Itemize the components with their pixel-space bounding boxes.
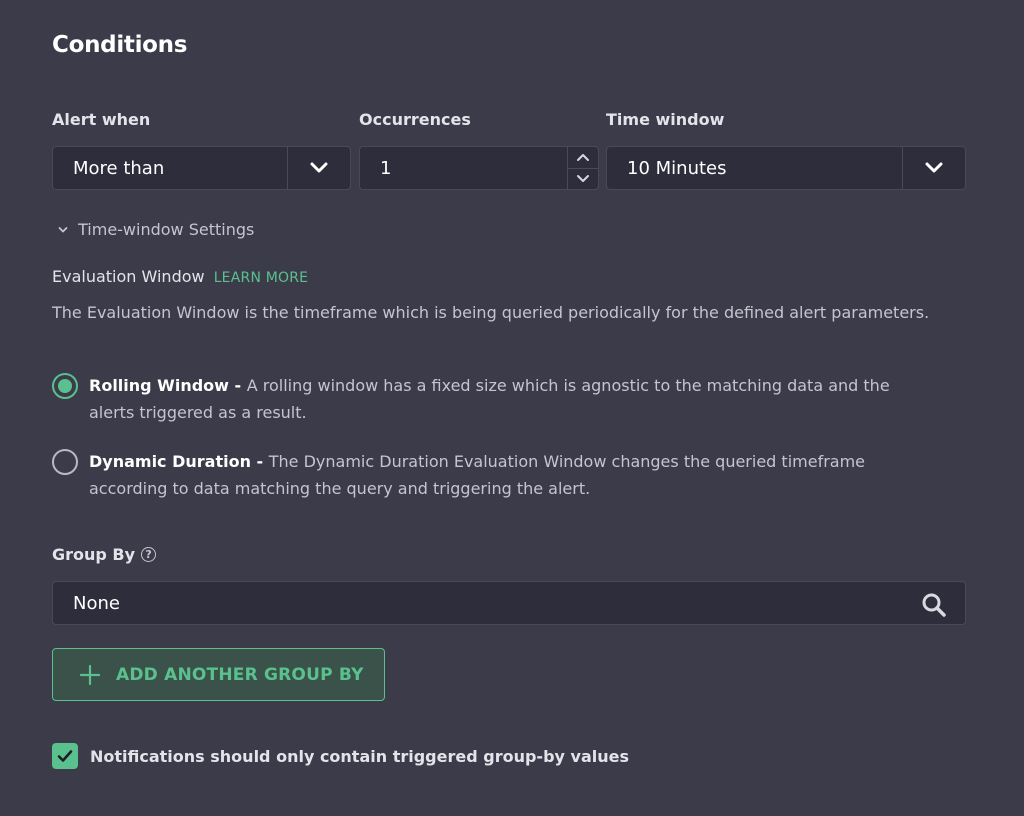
chevron-down-icon xyxy=(925,162,943,173)
chevron-up-icon xyxy=(577,154,589,162)
question-circle-icon[interactable]: ? xyxy=(141,547,157,562)
dynamic-duration-separator: - xyxy=(250,452,269,471)
time-window-settings-label: Time-window Settings xyxy=(78,220,255,239)
occurrences-stepper[interactable] xyxy=(567,147,598,189)
dynamic-duration-name: Dynamic Duration xyxy=(89,452,251,471)
time-window-label: Time window xyxy=(606,110,725,129)
alert-when-value: More than xyxy=(73,158,165,179)
rolling-window-name: Rolling Window xyxy=(89,376,229,395)
occurrences-label: Occurrences xyxy=(359,110,471,129)
alert-when-select[interactable]: More than xyxy=(52,146,351,190)
evaluation-window-description: The Evaluation Window is the timeframe w… xyxy=(52,303,930,322)
add-another-group-by-label: ADD ANOTHER GROUP BY xyxy=(116,664,364,685)
group-by-value: None xyxy=(73,593,120,614)
dynamic-duration-text: Dynamic Duration - The Dynamic Duration … xyxy=(89,448,939,502)
occurrences-input[interactable]: 1 xyxy=(359,146,599,190)
alert-when-dropdown-toggle[interactable] xyxy=(287,147,350,189)
occurrences-value: 1 xyxy=(380,158,392,179)
plus-icon xyxy=(80,664,100,685)
rolling-window-separator: - xyxy=(228,376,247,395)
group-by-input[interactable]: None xyxy=(52,581,966,625)
add-another-group-by-button[interactable]: ADD ANOTHER GROUP BY xyxy=(52,648,385,701)
section-title: Conditions xyxy=(52,32,188,58)
dynamic-duration-radio[interactable] xyxy=(52,449,78,475)
alert-when-label: Alert when xyxy=(52,110,151,129)
rolling-window-radio[interactable] xyxy=(52,373,78,399)
radio-selected-dot xyxy=(58,379,72,393)
group-by-heading: Group By ? xyxy=(52,545,157,564)
evaluation-window-heading: Evaluation Window LEARN MORE xyxy=(52,267,308,286)
time-window-settings-toggle[interactable]: Time-window Settings xyxy=(58,220,254,239)
rolling-window-option[interactable]: Rolling Window - A rolling window has a … xyxy=(52,373,952,426)
increment-button[interactable] xyxy=(568,147,598,169)
chevron-down-icon xyxy=(58,226,68,232)
evaluation-window-title: Evaluation Window xyxy=(52,267,205,286)
learn-more-link[interactable]: LEARN MORE xyxy=(214,270,309,286)
rolling-window-text: Rolling Window - A rolling window has a … xyxy=(89,372,939,426)
decrement-button[interactable] xyxy=(568,169,598,190)
notifications-option[interactable]: Notifications should only contain trigge… xyxy=(52,743,629,769)
chevron-down-icon xyxy=(310,162,328,173)
notifications-checkbox[interactable] xyxy=(52,743,78,769)
group-by-label: Group By xyxy=(52,545,136,564)
time-window-dropdown-toggle[interactable] xyxy=(902,147,965,189)
notifications-checkbox-label: Notifications should only contain trigge… xyxy=(90,746,629,766)
time-window-value: 10 Minutes xyxy=(627,158,727,179)
checkmark-icon xyxy=(57,750,73,762)
search-icon[interactable] xyxy=(921,592,947,618)
dynamic-duration-option[interactable]: Dynamic Duration - The Dynamic Duration … xyxy=(52,449,952,502)
chevron-down-icon xyxy=(577,174,589,182)
time-window-select[interactable]: 10 Minutes xyxy=(606,146,966,190)
